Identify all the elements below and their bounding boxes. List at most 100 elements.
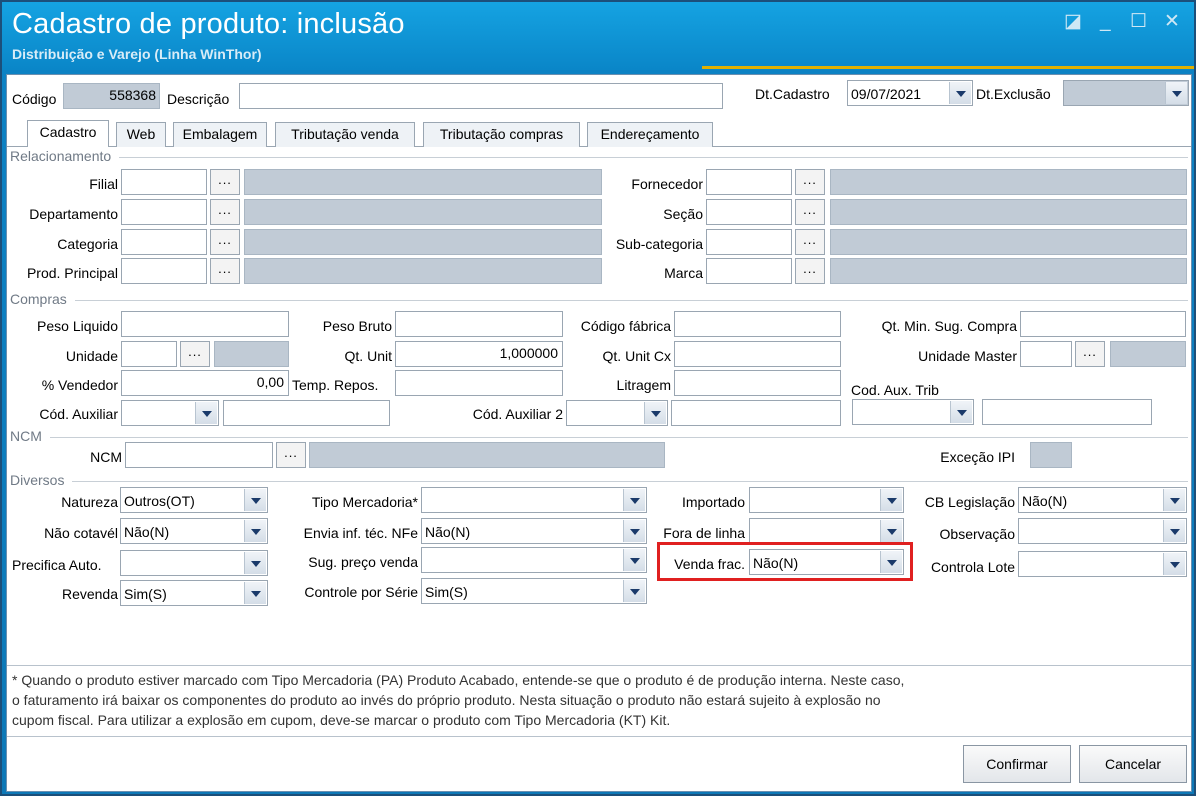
precifica-auto-select[interactable] bbox=[120, 550, 268, 576]
tipo-mercadoria-label: Tipo Mercadoria* bbox=[311, 494, 418, 510]
chevron-down-icon[interactable] bbox=[623, 489, 645, 511]
controla-lote-label: Controla Lote bbox=[930, 559, 1015, 575]
marca-description bbox=[830, 258, 1187, 284]
chevron-down-icon[interactable] bbox=[1163, 553, 1185, 575]
chevron-down-icon[interactable] bbox=[195, 402, 217, 424]
chevron-down-icon[interactable] bbox=[1163, 520, 1185, 542]
title-bar: Cadastro de produto: inclusão Distribuiç… bbox=[2, 2, 1194, 70]
fornecedor-lookup-button[interactable]: ... bbox=[795, 169, 825, 195]
cod-auxiliar-select[interactable] bbox=[121, 400, 219, 426]
qt-unit-label: Qt. Unit bbox=[344, 348, 392, 364]
dt-cadastro-field[interactable]: 09/07/2021 bbox=[847, 80, 973, 106]
sub-categoria-input[interactable] bbox=[706, 229, 792, 255]
section-relacionamento: Relacionamento bbox=[10, 148, 120, 164]
chevron-down-icon[interactable] bbox=[244, 489, 266, 511]
chevron-down-icon[interactable] bbox=[244, 582, 266, 604]
tab-cadastro[interactable]: Cadastro bbox=[27, 120, 109, 147]
unidade-lookup-button[interactable]: ... bbox=[180, 341, 210, 367]
chevron-down-icon[interactable] bbox=[244, 520, 266, 542]
secao-lookup-button[interactable]: ... bbox=[795, 199, 825, 225]
tipo-mercadoria-select[interactable] bbox=[421, 487, 647, 513]
tab-embalagem[interactable]: Embalagem bbox=[173, 122, 267, 147]
nao-cotavel-select[interactable]: Não(N) bbox=[120, 518, 268, 544]
qt-unit-cx-input[interactable] bbox=[674, 341, 841, 367]
categoria-input[interactable] bbox=[121, 229, 207, 255]
departamento-input[interactable] bbox=[121, 199, 207, 225]
cod-aux-trib-select[interactable] bbox=[852, 399, 974, 425]
controle-por-serie-select[interactable]: Sim(S) bbox=[421, 578, 647, 604]
ncm-lookup-button[interactable]: ... bbox=[276, 442, 306, 468]
fora-de-linha-select[interactable] bbox=[749, 518, 904, 544]
peso-bruto-input[interactable] bbox=[395, 311, 563, 337]
tab-enderecamento[interactable]: Endereçamento bbox=[587, 122, 713, 147]
marca-input[interactable] bbox=[706, 258, 792, 284]
unidade-input[interactable] bbox=[121, 341, 177, 367]
litragem-input[interactable] bbox=[674, 370, 841, 396]
ncm-description bbox=[309, 442, 665, 468]
qt-min-sug-compra-input[interactable] bbox=[1020, 311, 1186, 337]
filial-input[interactable] bbox=[121, 169, 207, 195]
sub-categoria-lookup-button[interactable]: ... bbox=[795, 229, 825, 255]
revenda-select[interactable]: Sim(S) bbox=[120, 580, 268, 606]
chevron-down-icon[interactable] bbox=[1163, 489, 1185, 511]
peso-liquido-input[interactable] bbox=[121, 311, 289, 337]
dt-exclusao-label: Dt.Exclusão bbox=[976, 86, 1051, 102]
confirmar-button[interactable]: Confirmar bbox=[963, 745, 1071, 783]
prod-principal-lookup-button[interactable]: ... bbox=[210, 258, 240, 284]
chevron-down-icon[interactable] bbox=[880, 520, 902, 542]
maximize-icon[interactable]: ☐ bbox=[1130, 12, 1147, 32]
marca-lookup-button[interactable]: ... bbox=[795, 258, 825, 284]
observacao-select[interactable] bbox=[1018, 518, 1187, 544]
tab-tributacao-venda[interactable]: Tributação venda bbox=[275, 122, 415, 147]
descricao-field[interactable] bbox=[239, 83, 723, 109]
ncm-input[interactable] bbox=[125, 442, 273, 468]
cod-auxiliar-input[interactable] bbox=[223, 400, 390, 426]
chevron-down-icon[interactable] bbox=[644, 402, 666, 424]
cod-aux-trib-input[interactable] bbox=[982, 399, 1152, 425]
close-icon[interactable]: ✕ bbox=[1164, 12, 1180, 32]
fornecedor-input[interactable] bbox=[706, 169, 792, 195]
unidade-master-lookup-button[interactable]: ... bbox=[1075, 341, 1105, 367]
minimize-icon[interactable]: _ bbox=[1100, 12, 1111, 32]
perc-vendedor-input[interactable]: 0,00 bbox=[121, 370, 289, 396]
chevron-down-icon[interactable] bbox=[880, 489, 902, 511]
temp-repos-input[interactable] bbox=[395, 370, 563, 396]
controla-lote-select[interactable] bbox=[1018, 551, 1187, 577]
importado-select[interactable] bbox=[749, 487, 904, 513]
departamento-label: Departamento bbox=[29, 206, 118, 222]
fornecedor-description bbox=[830, 169, 1187, 195]
chevron-down-icon[interactable] bbox=[623, 549, 645, 571]
prod-principal-input[interactable] bbox=[121, 258, 207, 284]
cb-legislacao-select[interactable]: Não(N) bbox=[1018, 487, 1187, 513]
qt-unit-input[interactable]: 1,000000 bbox=[395, 341, 563, 367]
chevron-down-icon[interactable] bbox=[623, 580, 645, 602]
secao-input[interactable] bbox=[706, 199, 792, 225]
title-accent-line bbox=[702, 66, 1194, 69]
cod-auxiliar-2-select[interactable] bbox=[566, 400, 668, 426]
unidade-master-input[interactable] bbox=[1020, 341, 1072, 367]
product-register-window: Cadastro de produto: inclusão Distribuiç… bbox=[0, 0, 1196, 796]
chevron-down-icon[interactable] bbox=[949, 82, 971, 104]
dt-exclusao-field[interactable] bbox=[1063, 80, 1189, 106]
chevron-down-icon[interactable] bbox=[623, 520, 645, 542]
chevron-down-icon[interactable] bbox=[1165, 82, 1187, 104]
restore-icon[interactable]: ◪ bbox=[1064, 12, 1082, 32]
envia-inf-tec-nfe-label: Envia inf. téc. NFe bbox=[303, 525, 418, 541]
sug-preco-venda-select[interactable] bbox=[421, 547, 647, 573]
codigo-field[interactable]: 558368 bbox=[63, 83, 160, 109]
cod-auxiliar-2-input[interactable] bbox=[671, 400, 841, 426]
tab-web[interactable]: Web bbox=[116, 122, 166, 147]
codigo-fabrica-input[interactable] bbox=[674, 311, 841, 337]
departamento-lookup-button[interactable]: ... bbox=[210, 199, 240, 225]
envia-inf-tec-nfe-select[interactable]: Não(N) bbox=[421, 518, 647, 544]
secao-label: Seção bbox=[663, 206, 703, 222]
perc-vendedor-label: % Vendedor bbox=[41, 377, 118, 393]
cancelar-button[interactable]: Cancelar bbox=[1079, 745, 1187, 783]
categoria-lookup-button[interactable]: ... bbox=[210, 229, 240, 255]
tab-tributacao-compras[interactable]: Tributação compras bbox=[423, 122, 580, 147]
excecao-ipi-field[interactable] bbox=[1030, 442, 1072, 468]
chevron-down-icon[interactable] bbox=[244, 552, 266, 574]
filial-lookup-button[interactable]: ... bbox=[210, 169, 240, 195]
chevron-down-icon[interactable] bbox=[950, 401, 972, 423]
natureza-select[interactable]: Outros(OT) bbox=[120, 487, 268, 513]
